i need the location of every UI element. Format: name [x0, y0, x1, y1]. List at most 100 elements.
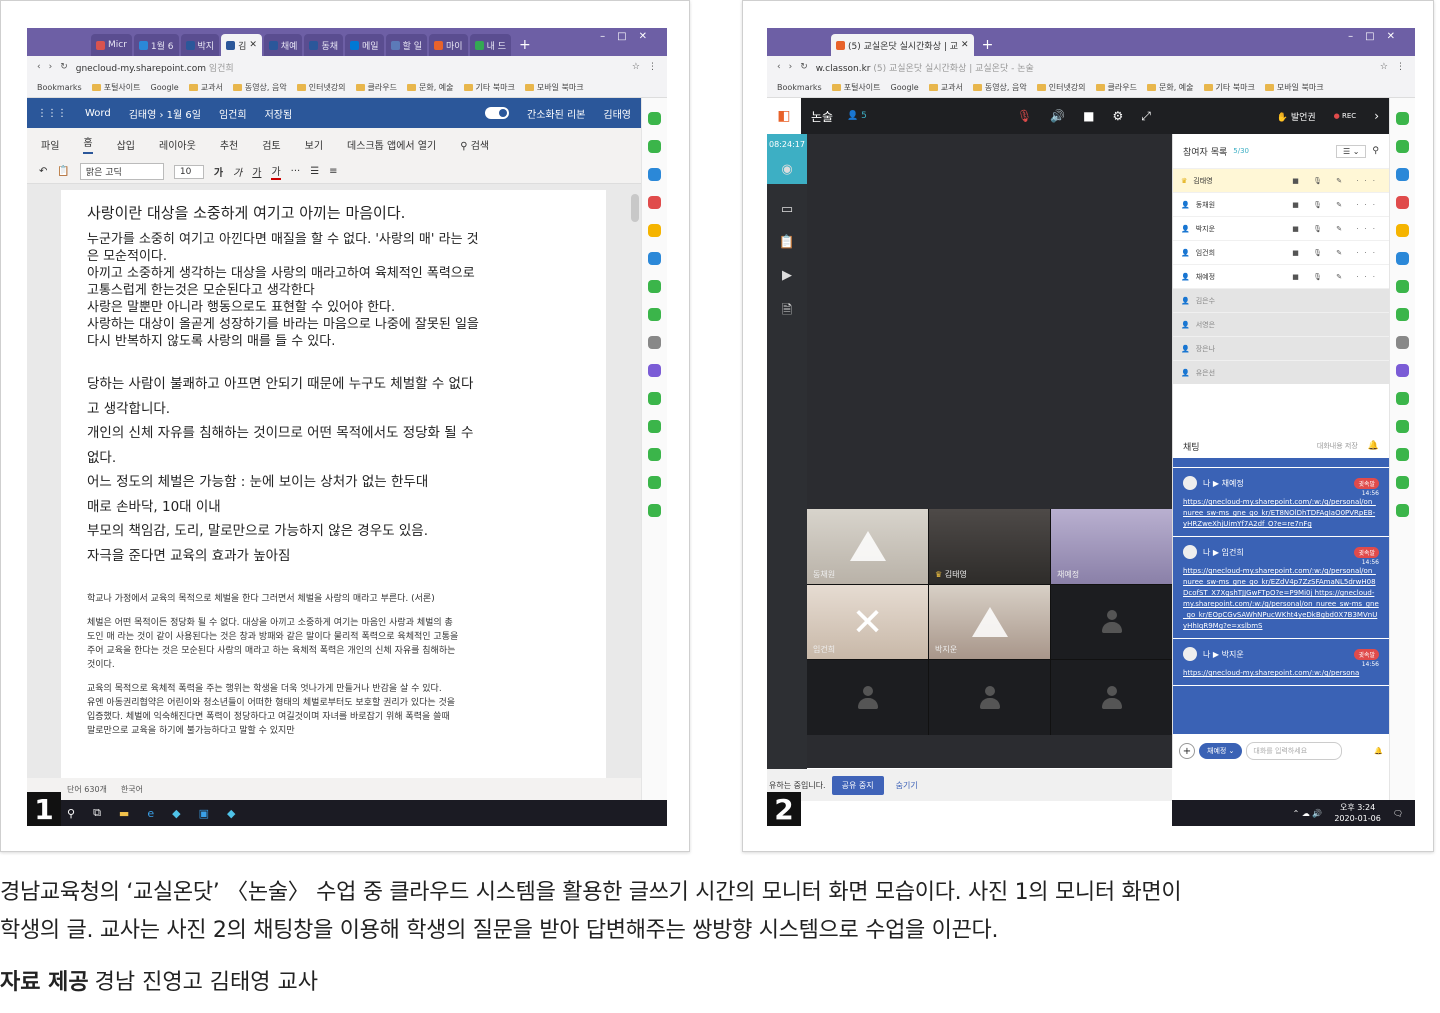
- bookmark[interactable]: 동영상, 음악: [972, 82, 1027, 93]
- font-name-select[interactable]: 맑은 고딕: [79, 163, 164, 180]
- screen-share-icon[interactable]: ▭: [781, 202, 793, 217]
- participant-controls[interactable]: ■ 🎙 ✎ ···: [1292, 177, 1381, 185]
- app-icon[interactable]: [1396, 252, 1409, 265]
- app-icon[interactable]: ▣: [199, 807, 209, 820]
- document-icon[interactable]: 🗎: [782, 301, 792, 323]
- language[interactable]: 한국어: [121, 784, 143, 795]
- browser-tab[interactable]: 박지: [180, 34, 220, 56]
- file-explorer-icon[interactable]: ▬: [119, 807, 129, 820]
- browser-tab[interactable]: 메일: [345, 34, 384, 56]
- app-icon[interactable]: [1396, 392, 1409, 405]
- app-icon[interactable]: [1396, 196, 1409, 209]
- bookmark[interactable]: 문화, 예술: [1146, 82, 1194, 93]
- more-icon[interactable]: ···: [291, 166, 301, 177]
- app-icon[interactable]: [1396, 504, 1409, 517]
- bookmark[interactable]: Google: [151, 83, 179, 92]
- tab-home[interactable]: 홈: [83, 134, 93, 154]
- app-icon[interactable]: [1396, 336, 1409, 349]
- app-icon[interactable]: [648, 476, 661, 489]
- browser-tab[interactable]: 1월 6: [133, 34, 179, 56]
- app-icon[interactable]: [1396, 420, 1409, 433]
- chat-link[interactable]: https://gnecloud-my.sharepoint.com/:w:/g…: [1183, 566, 1379, 632]
- bookmark[interactable]: 문화, 예술: [406, 82, 454, 93]
- bookmark[interactable]: 포털사이트: [831, 82, 881, 93]
- participant-controls[interactable]: ■ 🎙 ✎ ···: [1292, 273, 1381, 281]
- simplified-ribbon-toggle[interactable]: [485, 107, 509, 119]
- gear-icon[interactable]: ⚙: [1112, 109, 1123, 123]
- speaker-right-button[interactable]: ✋ 발언권: [1277, 110, 1316, 123]
- app-icon[interactable]: [648, 504, 661, 517]
- add-icon[interactable]: +: [1179, 743, 1195, 759]
- scrollbar[interactable]: [631, 194, 639, 222]
- participant-row[interactable]: 👤 유은선: [1173, 360, 1389, 384]
- bookmark[interactable]: 동영상, 음악: [232, 82, 287, 93]
- task-view-icon[interactable]: ⧉: [93, 806, 101, 820]
- menu-icon[interactable]: ⋮: [1396, 62, 1405, 72]
- stop-share-button[interactable]: 공유 중지: [831, 775, 884, 795]
- participant-row[interactable]: 👤 채예정 ■ 🎙 ✎ ···: [1173, 264, 1389, 288]
- app-icon[interactable]: [1396, 308, 1409, 321]
- bookmark[interactable]: 기타 북마크: [463, 82, 515, 93]
- chevron-right-icon[interactable]: ›: [1374, 109, 1379, 123]
- bookmark[interactable]: 모바일 북마크: [1264, 82, 1324, 93]
- participant-row[interactable]: ♛ 김태영 ■ 🎙 ✎ ···: [1173, 168, 1389, 192]
- app-icon[interactable]: [648, 252, 661, 265]
- bell-icon[interactable]: 🔔: [1368, 441, 1379, 451]
- save-chat-button[interactable]: 대화내용 저장: [1317, 441, 1358, 451]
- participant-row[interactable]: 👤 임건희 ■ 🎙 ✎ ···: [1173, 240, 1389, 264]
- browser-tab[interactable]: 동채: [304, 34, 344, 56]
- reload-icon[interactable]: ↻: [800, 62, 808, 72]
- new-tab-icon[interactable]: +: [976, 34, 1000, 56]
- window-controls[interactable]: –□✕: [600, 31, 659, 42]
- list-view-select[interactable]: ☰ ⌄: [1335, 144, 1367, 158]
- video-tile[interactable]: ✕ 임건희: [807, 584, 928, 660]
- forward-icon[interactable]: ›: [789, 62, 793, 72]
- clock[interactable]: 오후 3:24 2020-01-06: [1334, 802, 1381, 824]
- participant-row[interactable]: 👤 박지운 ■ 🎙 ✎ ···: [1173, 216, 1389, 240]
- tab-review[interactable]: 검토: [262, 137, 280, 152]
- participant-controls[interactable]: ■ 🎙 ✎ ···: [1292, 225, 1381, 233]
- app-icon[interactable]: [1396, 280, 1409, 293]
- new-tab-icon[interactable]: +: [513, 34, 537, 56]
- star-icon[interactable]: ☆: [632, 62, 640, 72]
- record-button[interactable]: ● REC: [1334, 112, 1357, 120]
- app-icon[interactable]: [648, 336, 661, 349]
- address-bar[interactable]: ‹ › ↻ w.classon.kr (5) 교실온닷 실시간화상 | 교실온닷 -…: [767, 56, 1415, 78]
- app-icon[interactable]: [1396, 112, 1409, 125]
- bookmark[interactable]: 교과서: [928, 82, 963, 93]
- participant-row[interactable]: 👤 김은수: [1173, 288, 1389, 312]
- document-title[interactable]: 김태영 › 1월 6일: [129, 106, 201, 121]
- browser-tab-active[interactable]: 김 ✕: [221, 34, 262, 56]
- video-tile[interactable]: 채예정: [1051, 509, 1172, 584]
- chat-link[interactable]: https://gnecloud-my.sharepoint.com/:w:/g…: [1183, 668, 1379, 679]
- star-icon[interactable]: ☆: [1380, 62, 1388, 72]
- fullscreen-icon[interactable]: ⤢: [1141, 109, 1151, 124]
- undo-icon[interactable]: ↶: [39, 166, 47, 177]
- mic-muted-icon[interactable]: 🎙: [1017, 109, 1032, 123]
- whale-browser-icon[interactable]: ◆: [172, 807, 180, 820]
- participant-row[interactable]: 👤 동채원 ■ 🎙 ✎ ···: [1173, 192, 1389, 216]
- app-icon[interactable]: [648, 168, 661, 181]
- bold-icon[interactable]: 가: [214, 164, 223, 179]
- paste-icon[interactable]: 📋: [57, 166, 69, 177]
- video-tile[interactable]: 동채원: [807, 509, 928, 584]
- app-icon[interactable]: [648, 196, 661, 209]
- back-icon[interactable]: ‹: [777, 62, 781, 72]
- search-tab[interactable]: ⚲ 검색: [460, 137, 489, 152]
- whale-browser-icon[interactable]: ◆: [227, 807, 235, 820]
- participant-controls[interactable]: ■ 🎙 ✎ ···: [1292, 249, 1381, 257]
- app-icon[interactable]: [1396, 364, 1409, 377]
- window-controls[interactable]: –□✕: [1348, 31, 1407, 42]
- user-name[interactable]: 김태영: [603, 106, 631, 121]
- app-icon[interactable]: [1396, 476, 1409, 489]
- app-icon[interactable]: [1396, 448, 1409, 461]
- bell-icon[interactable]: 🔔: [1374, 747, 1383, 755]
- font-color-icon[interactable]: 가: [271, 163, 281, 180]
- participant-controls[interactable]: ■ 🎙 ✎ ···: [1292, 201, 1381, 209]
- app-launcher-icon[interactable]: ⋮⋮⋮: [37, 108, 67, 119]
- app-icon[interactable]: [648, 308, 661, 321]
- app-icon[interactable]: [648, 280, 661, 293]
- browser-tab-active[interactable]: (5) 교실온닷 실시간화상 | 교 ✕: [831, 34, 974, 56]
- bookmark[interactable]: 기타 북마크: [1203, 82, 1255, 93]
- document-page[interactable]: 사랑이란 대상을 소중하게 여기고 아끼는 마음이다. 누군가를 소중히 여기고…: [61, 190, 606, 778]
